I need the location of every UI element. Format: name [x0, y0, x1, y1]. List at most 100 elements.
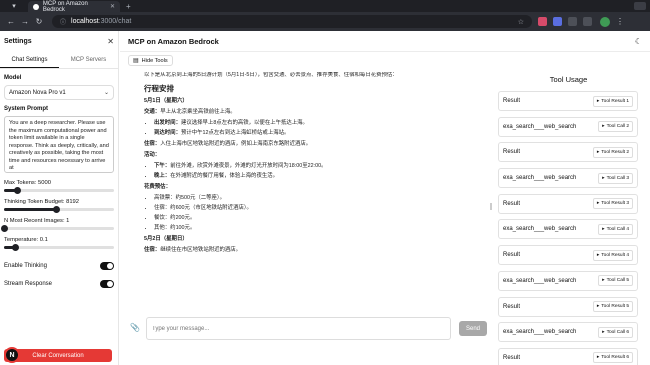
panel-icon: ▤: [133, 58, 139, 64]
chat-intro: 以下是从北京到上海的5日游计划（5月1日-5日），包含交通、必去景点、推荐美食、…: [144, 72, 398, 78]
forward-icon[interactable]: →: [18, 17, 32, 26]
thinking-budget-label: Thinking Token Budget: 8192: [4, 199, 79, 205]
site-info-icon[interactable]: ⓘ: [60, 17, 66, 26]
page-title: MCP on Amazon Bedrock: [128, 36, 219, 46]
tool-badge-label: Tool Call 2: [606, 124, 629, 130]
browser-tab[interactable]: MCP on Amazon Bedrock ✕: [28, 0, 120, 13]
model-select[interactable]: Amazon Nova Pro v1 ⌄: [4, 85, 114, 100]
back-icon[interactable]: ←: [4, 17, 18, 26]
tool-badge-button[interactable]: ▸ Tool Call 6: [598, 326, 633, 338]
day1-arrival-label: 到达时间：: [154, 130, 181, 136]
tool-badge-button[interactable]: ▸ Tool Result 3: [592, 198, 633, 210]
tool-usage-item[interactable]: exa_search___web_search ▸ Tool Call 5: [498, 270, 638, 291]
tool-name: exa_search___web_search: [503, 123, 577, 130]
tool-name: Result: [503, 200, 521, 207]
enable-thinking-label: Enable Thinking: [4, 263, 47, 269]
tool-badge-button[interactable]: ▸ Tool Result 5: [592, 301, 633, 312]
tool-name: exa_search___web_search: [503, 175, 577, 182]
window-control-icon[interactable]: [634, 2, 646, 10]
extension-icon[interactable]: [583, 17, 592, 26]
tool-badge-button[interactable]: ▸ Tool Result 4: [592, 249, 633, 261]
system-prompt-textarea[interactable]: You are a deep researcher. Please use th…: [4, 116, 114, 173]
day1-departure: 建议选择早上8点左右的高铁，以便在上午抵达上海。: [180, 120, 308, 126]
hide-tools-button[interactable]: ▤ Hide Tools: [128, 55, 173, 66]
nextjs-badge[interactable]: N: [4, 347, 20, 363]
day2-hotel-label: 住宿：: [144, 247, 161, 253]
temperature-label: Temperature: 0.1: [4, 237, 48, 243]
composer: 📎 Send: [128, 316, 488, 340]
stream-response-toggle[interactable]: [100, 280, 114, 288]
tool-usage-item[interactable]: Result ▸ Tool Result 5: [498, 296, 638, 317]
tool-name: exa_search___web_search: [503, 329, 577, 336]
tool-usage-item[interactable]: Result ▸ Tool Result 6: [498, 347, 638, 365]
bookmark-star-icon[interactable]: ☆: [518, 18, 524, 26]
tool-badge-label: Tool Call 5: [606, 278, 629, 284]
clear-conversation-button[interactable]: Clear Conversation: [4, 349, 112, 362]
tool-usage-item[interactable]: exa_search___web_search ▸ Tool Call 2: [498, 116, 638, 137]
recent-images-slider[interactable]: [1, 225, 114, 232]
tool-usage-item[interactable]: exa_search___web_search ▸ Tool Call 6: [498, 322, 638, 343]
new-tab-icon[interactable]: +: [126, 2, 131, 11]
chevron-right-icon: ▸: [596, 355, 600, 361]
dark-mode-icon[interactable]: ☾: [635, 37, 642, 46]
max-tokens-slider[interactable]: [4, 187, 114, 194]
tool-badge-button[interactable]: ▸ Tool Call 2: [598, 121, 633, 133]
tool-badge-button[interactable]: ▸ Tool Result 2: [592, 146, 633, 158]
tool-badge-label: Tool Result 3: [601, 201, 629, 207]
tool-usage-item[interactable]: Result ▸ Tool Result 2: [498, 142, 638, 163]
chevron-right-icon: ▸: [602, 226, 605, 232]
tool-usage-item[interactable]: Result ▸ Tool Result 3: [498, 193, 638, 214]
tool-usage-panel: Tool Usage Result ▸ Tool Result 1 exa_searc…: [496, 75, 641, 365]
model-value: Amazon Nova Pro v1: [9, 89, 66, 96]
system-prompt-label: System Prompt: [4, 106, 49, 112]
settings-title: Settings: [4, 38, 32, 45]
reload-icon[interactable]: ↻: [32, 17, 46, 26]
address-bar[interactable]: ⓘ localhost:3000/chat ☆: [52, 15, 532, 28]
tab-chat-settings[interactable]: Chat Settings: [0, 52, 59, 68]
day2-hotel: 继续住在市区地铁站附近的酒店。: [160, 247, 242, 253]
chevron-right-icon: ▸: [602, 278, 605, 284]
tool-usage-item[interactable]: exa_search___web_search ▸ Tool Call 4: [498, 219, 638, 240]
tool-name: Result: [503, 354, 521, 361]
enable-thinking-toggle[interactable]: [100, 262, 114, 270]
extension-icon[interactable]: [568, 17, 577, 26]
attach-icon[interactable]: 📎: [130, 323, 140, 332]
tool-badge-label: Tool Call 4: [606, 226, 629, 232]
chevron-down-icon: ⌄: [103, 90, 109, 96]
tool-badge-button[interactable]: ▸ Tool Result 6: [592, 352, 633, 364]
tab-search-icon[interactable]: ▾: [0, 0, 28, 12]
thinking-budget-slider[interactable]: [4, 206, 114, 213]
tool-badge-label: Tool Result 5: [601, 304, 629, 309]
budget-label: 花费预估：: [144, 184, 171, 190]
tab-mcp-servers[interactable]: MCP Servers: [59, 52, 118, 68]
temperature-slider[interactable]: [4, 244, 114, 251]
tool-badge-button[interactable]: ▸ Tool Result 1: [592, 95, 633, 107]
tool-badge-button[interactable]: ▸ Tool Call 5: [598, 275, 633, 287]
send-button[interactable]: Send: [459, 321, 487, 336]
chevron-right-icon: ▸: [596, 149, 600, 155]
message-input[interactable]: [146, 317, 451, 340]
tool-usage-item[interactable]: Result ▸ Tool Result 4: [498, 245, 638, 266]
model-label: Model: [4, 75, 22, 81]
tool-usage-item[interactable]: Result ▸ Tool Result 1: [498, 91, 638, 111]
tab-close-icon[interactable]: ✕: [110, 3, 115, 10]
day1-afternoon: 前往外滩，欣赏外滩夜景，外滩的灯光开放时间为18:00至22:00。: [170, 163, 327, 169]
browser-menu-icon[interactable]: ⋮: [616, 17, 624, 26]
tool-badge-button[interactable]: ▸ Tool Call 4: [598, 223, 633, 235]
profile-avatar[interactable]: [600, 16, 610, 27]
panel-resize-handle[interactable]: [490, 203, 492, 210]
day1-hotel: 入住上海市区地铁站附近的酒店，例如上海南京东路附近酒店。: [160, 141, 312, 147]
max-tokens-label: Max Tokens: 5000: [4, 180, 51, 186]
tool-usage-item[interactable]: exa_search___web_search ▸ Tool Call 3: [498, 168, 638, 189]
day1-arrival: 预计中午12点左右到达上海虹桥站或上海站。: [180, 130, 290, 136]
tool-name: exa_search___web_search: [503, 226, 577, 233]
tool-badge-button[interactable]: ▸ Tool Call 3: [598, 172, 633, 184]
chevron-right-icon: ▸: [602, 175, 605, 181]
tool-usage-title: Tool Usage: [549, 75, 588, 84]
extension-icon[interactable]: [553, 17, 562, 26]
extension-icon[interactable]: [538, 17, 547, 26]
close-icon[interactable]: ✕: [107, 37, 114, 46]
tab-title: MCP on Amazon Bedrock: [42, 0, 88, 13]
stream-response-label: Stream Response: [4, 281, 53, 287]
day1-title: 5月1日（星期六）: [144, 98, 188, 104]
